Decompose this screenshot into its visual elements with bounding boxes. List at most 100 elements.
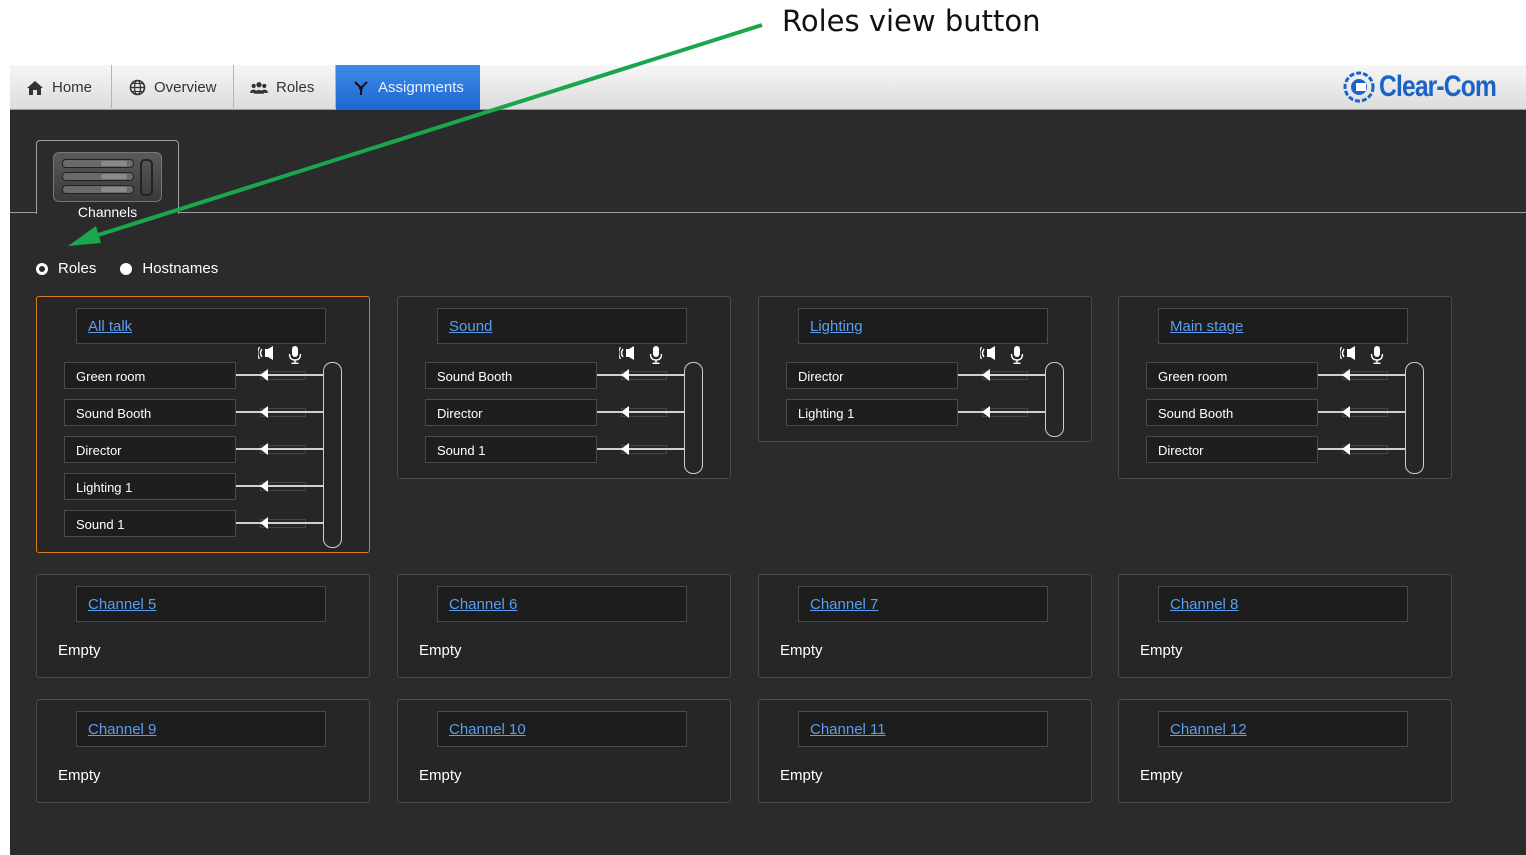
channel-title[interactable]: Channel 6 — [437, 586, 687, 622]
tab-roles[interactable]: Roles — [234, 65, 336, 110]
channels-tab[interactable]: Channels — [36, 140, 179, 220]
channel-title[interactable]: Channel 11 — [798, 711, 1048, 747]
globe-icon — [128, 79, 146, 97]
role-connector — [236, 411, 324, 413]
talk-arrow-icon[interactable] — [1342, 443, 1350, 455]
role-entry[interactable]: Green room — [64, 362, 236, 389]
empty-label: Empty — [58, 642, 101, 659]
talk-arrow-icon[interactable] — [982, 406, 990, 418]
channel-title[interactable]: Channel 10 — [437, 711, 687, 747]
top-navbar: Home Overview Roles Assignments Clear-Co… — [10, 65, 1526, 110]
role-connector — [236, 522, 324, 524]
talk-arrow-icon[interactable] — [260, 517, 268, 529]
roles-radio[interactable] — [36, 262, 48, 275]
channel-card[interactable]: Channel 7 Empty — [758, 574, 1092, 678]
role-connector — [1318, 374, 1406, 376]
channel-bracket — [684, 362, 703, 474]
talk-arrow-icon[interactable] — [621, 369, 629, 381]
antenna-icon — [352, 79, 370, 97]
role-entry[interactable]: Sound Booth — [64, 399, 236, 426]
tab-assignments-label: Assignments — [378, 79, 464, 96]
channel-title[interactable]: Sound — [437, 308, 687, 344]
talk-arrow-icon[interactable] — [621, 406, 629, 418]
role-connector — [597, 448, 685, 450]
role-entry[interactable]: Director — [64, 436, 236, 463]
channel-bracket — [323, 362, 342, 548]
empty-label: Empty — [419, 642, 462, 659]
talk-arrow-icon[interactable] — [260, 406, 268, 418]
app-window: Home Overview Roles Assignments Clear-Co… — [10, 65, 1526, 855]
role-connector — [236, 374, 324, 376]
channel-card[interactable]: All talk Green room Sound Booth Director Lig… — [36, 296, 370, 553]
talk-speaker-icon — [979, 346, 996, 364]
talk-arrow-icon[interactable] — [260, 369, 268, 381]
role-entry[interactable]: Director — [1146, 436, 1318, 463]
talk-speaker-icon — [618, 346, 635, 364]
clearcom-logo: Clear-Com — [1343, 69, 1522, 105]
role-entry[interactable]: Sound Booth — [1146, 399, 1318, 426]
talk-arrow-icon[interactable] — [260, 443, 268, 455]
empty-label: Empty — [780, 642, 823, 659]
empty-label: Empty — [419, 767, 462, 784]
channel-card[interactable]: Main stage Green room Sound Booth Director — [1118, 296, 1452, 479]
role-entry[interactable]: Director — [425, 399, 597, 426]
home-icon — [26, 79, 44, 97]
role-connector — [236, 448, 324, 450]
users-icon — [250, 79, 268, 97]
microphone-icon — [649, 346, 665, 364]
channel-card[interactable]: Lighting Director Lighting 1 — [758, 296, 1092, 442]
channel-card[interactable]: Channel 8 Empty — [1118, 574, 1452, 678]
clearcom-logo-mark — [1343, 71, 1375, 103]
talk-arrow-icon[interactable] — [982, 369, 990, 381]
talk-arrow-icon[interactable] — [1342, 406, 1350, 418]
roles-radio-label[interactable]: Roles — [58, 260, 96, 277]
empty-label: Empty — [780, 767, 823, 784]
channel-card[interactable]: Channel 10 Empty — [397, 699, 731, 803]
talk-arrow-icon[interactable] — [260, 480, 268, 492]
talk-arrow-icon[interactable] — [621, 443, 629, 455]
tab-divider — [10, 212, 1526, 213]
channel-card[interactable]: Channel 5 Empty — [36, 574, 370, 678]
channels-icon — [53, 152, 162, 202]
tab-assignments[interactable]: Assignments — [336, 65, 480, 110]
channel-card[interactable]: Sound Sound Booth Director Sound 1 — [397, 296, 731, 479]
channel-title[interactable]: Channel 8 — [1158, 586, 1408, 622]
channel-title[interactable]: Lighting — [798, 308, 1048, 344]
channel-title[interactable]: Channel 9 — [76, 711, 326, 747]
channel-title[interactable]: Channel 5 — [76, 586, 326, 622]
tab-overview[interactable]: Overview — [112, 65, 234, 110]
channel-card[interactable]: Channel 6 Empty — [397, 574, 731, 678]
channel-title[interactable]: All talk — [76, 308, 326, 344]
role-connector — [1318, 448, 1406, 450]
callout-label: Roles view button — [782, 4, 1041, 38]
empty-label: Empty — [58, 767, 101, 784]
role-entry[interactable]: Sound 1 — [64, 510, 236, 537]
microphone-icon — [1370, 346, 1386, 364]
channel-title[interactable]: Channel 12 — [1158, 711, 1408, 747]
hostnames-radio[interactable] — [120, 262, 133, 275]
channel-title[interactable]: Main stage — [1158, 308, 1408, 344]
empty-label: Empty — [1140, 642, 1183, 659]
channel-bracket — [1405, 362, 1424, 474]
role-entry[interactable]: Lighting 1 — [64, 473, 236, 500]
tab-overview-label: Overview — [154, 79, 217, 96]
tab-home-label: Home — [52, 79, 93, 96]
role-entry[interactable]: Sound Booth — [425, 362, 597, 389]
channel-card[interactable]: Channel 12 Empty — [1118, 699, 1452, 803]
talk-arrow-icon[interactable] — [1342, 369, 1350, 381]
channel-bracket — [1045, 362, 1064, 437]
role-entry[interactable]: Lighting 1 — [786, 399, 958, 426]
tab-home[interactable]: Home — [10, 65, 112, 110]
channels-tab-label: Channels — [77, 204, 138, 220]
channel-title[interactable]: Channel 7 — [798, 586, 1048, 622]
role-entry[interactable]: Green room — [1146, 362, 1318, 389]
talk-speaker-icon — [1339, 346, 1356, 364]
view-toggle: Roles Hostnames — [36, 260, 242, 277]
channel-card[interactable]: Channel 9 Empty — [36, 699, 370, 803]
role-entry[interactable]: Sound 1 — [425, 436, 597, 463]
hostnames-radio-label[interactable]: Hostnames — [142, 260, 218, 277]
channel-card[interactable]: Channel 11 Empty — [758, 699, 1092, 803]
role-entry[interactable]: Director — [786, 362, 958, 389]
microphone-icon — [1010, 346, 1026, 364]
role-connector — [597, 374, 685, 376]
